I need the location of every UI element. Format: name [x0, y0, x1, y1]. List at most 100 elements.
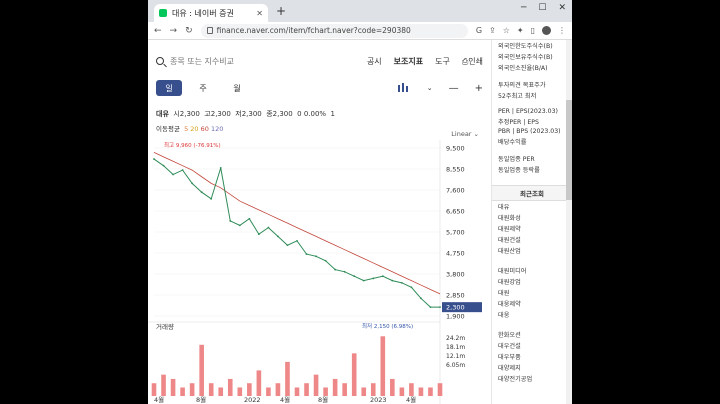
price-point — [391, 279, 394, 282]
side-item[interactable]: 외국인소진율(B/A) — [492, 62, 572, 73]
profile-avatar[interactable] — [542, 26, 551, 35]
recent-item[interactable]: 대원건설 — [492, 234, 572, 245]
price-point — [200, 191, 203, 194]
volume-bar — [151, 383, 157, 396]
candlestick-icon[interactable] — [397, 83, 411, 93]
close-window-icon[interactable]: ✕ — [558, 3, 566, 13]
side-item[interactable]: 투자의견 목표주가 — [492, 79, 572, 90]
recent-item[interactable]: 대원미디어 — [492, 265, 572, 276]
ma-5: 5 — [184, 125, 189, 133]
recent-item[interactable]: 대웅제약 — [492, 298, 572, 309]
volume-tick-label: 24.2m — [446, 335, 465, 342]
tab-close-icon[interactable]: ✕ — [256, 9, 263, 18]
side-item[interactable]: 배당수익률 — [492, 136, 572, 147]
recent-item[interactable]: 대원강업 — [492, 276, 572, 287]
x-tick-label: 8월 — [318, 395, 328, 404]
recent-head: 최근조회 — [492, 185, 572, 201]
volume-tick-label: 6.05m — [446, 362, 465, 369]
side-item[interactable]: 동일업종 등락률 — [492, 164, 572, 175]
side-per: PER | EPS(2023.03) 추정PER | EPS PBR | BPS (… — [492, 107, 572, 147]
period-week-button[interactable]: 주 — [190, 80, 216, 96]
recent-item[interactable]: 대우부품 — [492, 351, 572, 362]
price-chart[interactable]: 9,500 8,550 7,600 6,650 5,700 4,750 3,800 2,850… — [148, 140, 491, 404]
side-item[interactable]: 외국인한도주식수(B) — [492, 40, 572, 51]
price-point — [429, 306, 432, 309]
price-info-line: 대유 시2,300 고2,300 저2,300 종2,300 0 0.00% 1 — [156, 109, 335, 119]
link-disclosure[interactable]: 공시 — [367, 56, 382, 67]
side-item[interactable]: 52주최고 최저 — [492, 90, 572, 101]
recent-item[interactable]: 대양전기공업 — [492, 373, 572, 384]
volume-bar — [332, 378, 338, 396]
volume-tick-label: 18.1m — [446, 344, 465, 351]
minimize-icon[interactable]: ─ — [521, 3, 526, 13]
volume-bar — [227, 378, 233, 396]
link-indicators[interactable]: 보조지표 — [394, 56, 423, 67]
side-item[interactable]: 외국인보유주식수(B) — [492, 51, 572, 62]
menu-icon[interactable]: ⋮ — [558, 26, 566, 35]
recent-item[interactable]: 대원화성 — [492, 212, 572, 223]
maximize-icon[interactable]: ☐ — [538, 3, 546, 13]
lock-icon — [206, 27, 213, 34]
y-tick-label: 9,500 — [446, 145, 465, 153]
x-tick-label: 4월 — [406, 395, 416, 404]
new-tab-icon[interactable]: + — [276, 4, 286, 18]
volume-bar — [161, 374, 166, 396]
volume-bar — [199, 344, 204, 396]
price-point — [257, 233, 260, 236]
price-point — [210, 197, 213, 200]
chevron-down-icon[interactable]: ⌄ — [427, 84, 433, 92]
link-print[interactable]: ⎙인쇄 — [462, 56, 483, 67]
side-item[interactable]: 추정PER | EPS — [492, 116, 572, 127]
scroll-thumb[interactable] — [566, 100, 572, 200]
address-bar-row: ← → ↻ finance.naver.com/item/fchart.nave… — [148, 22, 572, 40]
side-panel: 외국인한도주식수(B) 외국인보유주식수(B) 외국인소진율(B/A) 투자의견 목… — [491, 40, 572, 404]
star-icon[interactable]: ☆ — [503, 26, 510, 35]
side-item[interactable]: PER | EPS(2023.03) — [492, 107, 572, 116]
recent-item[interactable]: 대우건설 — [492, 340, 572, 351]
scale-selector[interactable]: Linear ⌄ — [451, 130, 479, 138]
volume-bar — [247, 383, 252, 396]
back-icon[interactable]: ← — [154, 26, 162, 36]
volume-bar — [437, 383, 443, 396]
scrollbar[interactable] — [566, 40, 572, 404]
recent-item[interactable]: 대양제지 — [492, 362, 572, 373]
ma-120: 120 — [211, 125, 224, 133]
period-month-button[interactable]: 월 — [224, 80, 250, 96]
recent-item[interactable]: 한화오션 — [492, 329, 572, 340]
extension-icons: G ⇪ ☆ ✦ ▯ ⋮ — [476, 26, 566, 35]
zoom-out-icon[interactable]: — — [449, 83, 459, 94]
price-point — [219, 166, 222, 169]
recent-item[interactable]: 대원산업 — [492, 245, 572, 256]
zoom-in-icon[interactable]: + — [475, 83, 483, 94]
browser-tab[interactable]: 대유 : 네이버 증권 ✕ — [154, 4, 268, 22]
extensions-icon[interactable]: ✦ — [517, 26, 524, 35]
high-value: 2,300 — [210, 110, 231, 118]
sidebar-icon[interactable]: ▯ — [531, 26, 535, 35]
volume-bar — [189, 383, 195, 396]
recent-item[interactable]: 대유 — [492, 201, 572, 212]
url-field[interactable]: finance.naver.com/item/fchart.naver?code… — [200, 23, 468, 38]
recent-item[interactable]: 대웅 — [492, 309, 572, 320]
recent-item[interactable] — [492, 256, 572, 265]
price-point — [334, 268, 337, 271]
link-tools[interactable]: 도구 — [435, 56, 450, 67]
page-content: 공시 보조지표 도구 ⎙인쇄 일 주 월 ⌄ — — [148, 40, 572, 404]
volume-bar — [313, 374, 319, 396]
recent-list: 대유 대원화성 대원제약 대원건설 대원산업 대원미디어 대원강업 대원 대웅제약 대웅 한화오… — [492, 201, 572, 384]
y-tick-label: 8,550 — [446, 166, 465, 174]
period-day-button[interactable]: 일 — [156, 80, 182, 96]
reload-icon[interactable]: ↻ — [185, 26, 193, 36]
side-item[interactable]: 동일업종 PER — [492, 153, 572, 164]
ma-label: 이동평균 — [156, 125, 180, 133]
compare-search-input[interactable] — [170, 56, 310, 66]
share-icon[interactable]: ⇪ — [489, 26, 496, 35]
recent-item[interactable] — [492, 320, 572, 329]
scale-label: Linear — [451, 130, 472, 138]
google-icon[interactable]: G — [476, 26, 482, 35]
forward-icon[interactable]: → — [170, 26, 178, 36]
price-point — [343, 270, 346, 273]
chart-tools: ⌄ — + — [397, 83, 483, 94]
recent-item[interactable]: 대원 — [492, 287, 572, 298]
recent-item[interactable]: 대원제약 — [492, 223, 572, 234]
side-item[interactable]: PBR | BPS (2023.03) — [492, 127, 572, 136]
